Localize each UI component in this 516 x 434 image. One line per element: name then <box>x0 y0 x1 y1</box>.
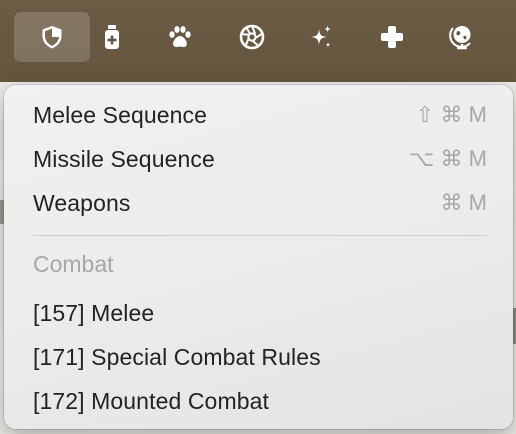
option-key-glyph: ⌥ <box>409 146 435 171</box>
letter-key-glyph: M <box>468 146 487 171</box>
letter-key-glyph: M <box>468 102 487 127</box>
toolbar-button-paw[interactable] <box>142 12 218 62</box>
potion-bottle-icon <box>105 25 119 49</box>
command-key-glyph: ⌘ <box>440 146 463 171</box>
menu-item-label: [171] Special Combat Rules <box>33 343 321 370</box>
keyboard-shortcut: ⌥ ⌘ M <box>409 146 487 172</box>
menu-item-label: Missile Sequence <box>33 145 215 172</box>
toolbar-button-potion[interactable] <box>74 12 150 62</box>
menu-item-label: [172] Mounted Combat <box>33 387 269 414</box>
toolbar-button-sparkles[interactable] <box>283 12 359 62</box>
toolbar-button-globe[interactable] <box>424 12 500 62</box>
menu-item-missile-sequence[interactable]: Missile Sequence ⌥ ⌘ M <box>4 137 513 181</box>
menu-item-label: [157] Melee <box>33 299 155 326</box>
keyboard-shortcut: ⌘ M <box>440 190 487 216</box>
keyboard-shortcut: ⇧ ⌘ M <box>416 102 487 128</box>
command-key-glyph: ⌘ <box>440 190 463 215</box>
menu-section-title: Combat <box>33 251 114 277</box>
toolbar <box>0 0 516 82</box>
aperture-icon <box>239 24 265 50</box>
menu-item-label: Melee Sequence <box>33 101 208 128</box>
dropdown-menu: Melee Sequence ⇧ ⌘ M Missile Sequence ⌥ … <box>4 85 513 429</box>
toolbar-button-aperture[interactable] <box>214 12 290 62</box>
letter-key-glyph: M <box>468 190 487 215</box>
menu-item-label: Weapons <box>33 189 131 216</box>
sparkles-icon <box>311 25 331 48</box>
command-key-glyph: ⌘ <box>440 102 463 127</box>
menu-item-weapons[interactable]: Weapons ⌘ M <box>4 181 513 225</box>
toolbar-button-plus[interactable] <box>354 12 430 62</box>
menu-item-melee-sequence[interactable]: Melee Sequence ⇧ ⌘ M <box>4 93 513 137</box>
plus-icon <box>381 26 403 48</box>
menu-item-melee[interactable]: [157] Melee <box>4 291 513 335</box>
shift-key-glyph: ⇧ <box>415 102 435 127</box>
globe-icon <box>449 26 471 50</box>
menu-item-special-combat-rules[interactable]: [171] Special Combat Rules <box>4 335 513 379</box>
shield-icon <box>42 26 62 49</box>
menu-separator <box>33 235 487 236</box>
menu-item-mounted-combat[interactable]: [172] Mounted Combat <box>4 379 513 423</box>
paw-icon <box>169 26 191 47</box>
